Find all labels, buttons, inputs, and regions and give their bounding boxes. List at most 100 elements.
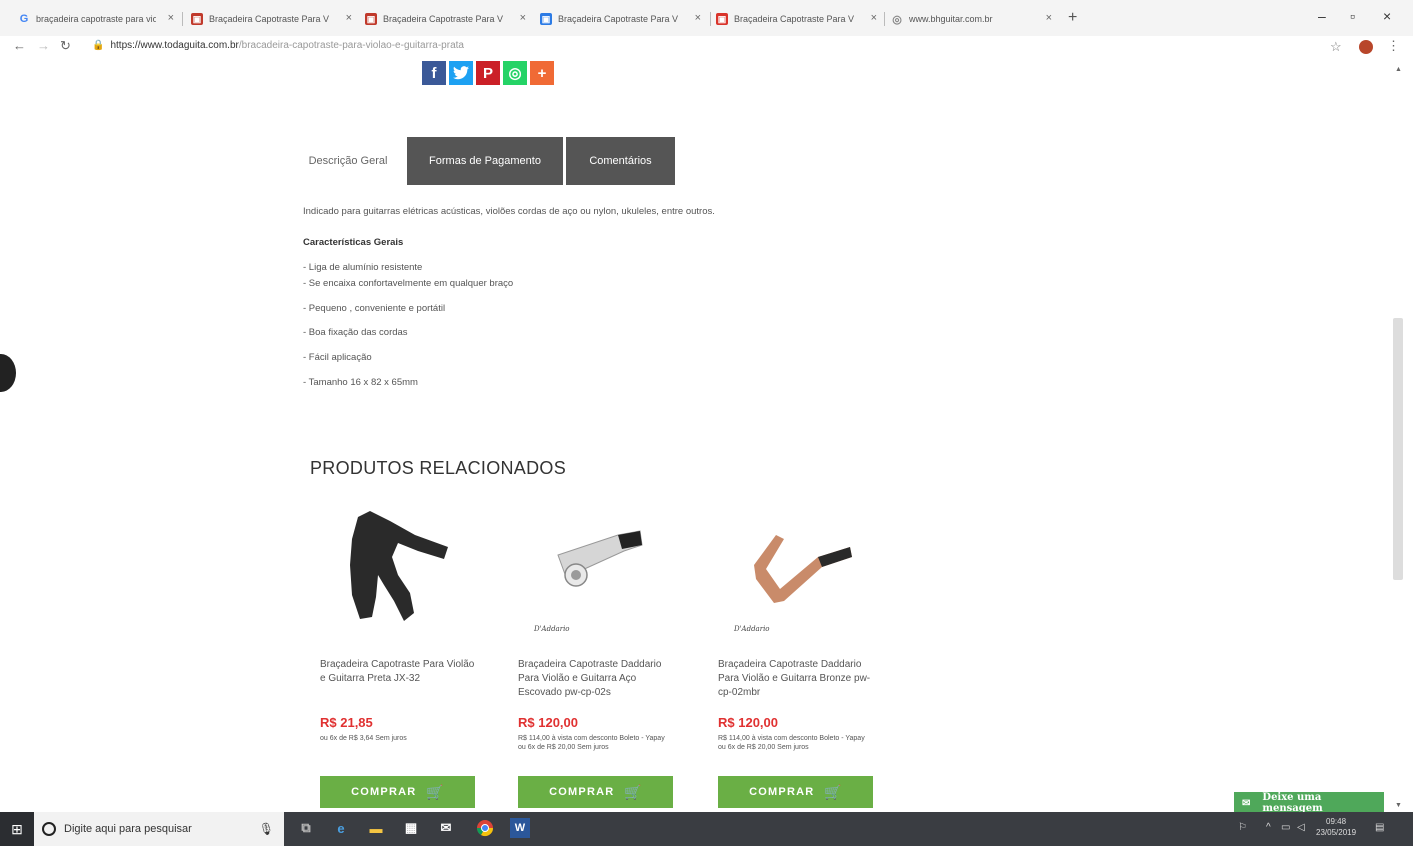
product-brand-logo: D'Addario bbox=[734, 625, 770, 633]
product-card: D'Addario Braçadeira Capotraste Daddario… bbox=[718, 505, 878, 808]
network-icon[interactable]: ▭ bbox=[1281, 822, 1290, 833]
product-price: R$ 120,00 bbox=[718, 715, 778, 730]
buy-button-label: COMPRAR bbox=[351, 786, 417, 798]
browser-tab[interactable]: G braçadeira capotraste para violã × bbox=[18, 8, 178, 30]
word-icon[interactable]: W bbox=[510, 818, 530, 838]
browser-tab[interactable]: ▣ Braçadeira Capotraste Para Viol × bbox=[716, 8, 881, 30]
back-icon[interactable]: ← bbox=[13, 38, 26, 53]
tab-label: www.bhguitar.com.br bbox=[909, 14, 993, 24]
feature-item: - Fácil aplicação bbox=[303, 352, 372, 363]
minimize-icon[interactable]: – bbox=[1318, 8, 1326, 24]
notifications-icon[interactable]: ▤ bbox=[1375, 822, 1384, 833]
buy-button[interactable]: COMPRAR 🛒 bbox=[518, 776, 673, 808]
product-brand-logo: D'Addario bbox=[534, 625, 570, 633]
scrollbar-thumb[interactable] bbox=[1393, 318, 1403, 580]
close-tab-icon[interactable]: × bbox=[520, 12, 526, 24]
mail-taskbar-icon[interactable]: ✉ bbox=[436, 818, 456, 838]
tab-formas-de-pagamento[interactable]: Formas de Pagamento bbox=[407, 137, 563, 185]
close-tab-icon[interactable]: × bbox=[1046, 12, 1052, 24]
scroll-down-icon[interactable]: ▼ bbox=[1395, 802, 1402, 809]
side-widget bbox=[0, 354, 16, 392]
browser-tab[interactable]: ◎ www.bhguitar.com.br × bbox=[891, 8, 1056, 30]
cortana-icon bbox=[42, 822, 56, 836]
store-taskbar-icon[interactable]: ▦ bbox=[401, 818, 421, 838]
cart-icon: 🛒 bbox=[824, 783, 842, 800]
product-name[interactable]: Braçadeira Capotraste Daddario Para Viol… bbox=[518, 658, 678, 700]
close-window-icon[interactable]: × bbox=[1383, 8, 1391, 24]
buy-button[interactable]: COMPRAR 🛒 bbox=[320, 776, 475, 808]
product-boleto: R$ 114,00 à vista com desconto Boleto - … bbox=[718, 735, 865, 742]
menu-dots-icon[interactable]: ⋮ bbox=[1387, 38, 1400, 54]
reload-icon[interactable]: ↻ bbox=[60, 38, 71, 54]
scroll-up-icon[interactable]: ▲ bbox=[1395, 66, 1402, 73]
tab-label: Braçadeira Capotraste Para Viol bbox=[558, 14, 678, 24]
product-price: R$ 120,00 bbox=[518, 715, 578, 730]
product-name[interactable]: Braçadeira Capotraste Daddario Para Viol… bbox=[718, 658, 878, 700]
buy-button[interactable]: COMPRAR 🛒 bbox=[718, 776, 873, 808]
feature-item: - Se encaixa confortavelmente em qualque… bbox=[303, 278, 514, 289]
url-field[interactable]: 🔒 https://www.todaguita.com.br/bracadeira… bbox=[92, 40, 464, 51]
browser-tab[interactable]: ▣ Braçadeira Capotraste Para Viol × bbox=[540, 8, 705, 30]
product-image[interactable] bbox=[320, 505, 475, 640]
store-icon: ▣ bbox=[365, 13, 377, 25]
microphone-icon[interactable]: 🎙 bbox=[259, 822, 274, 836]
store-icon: ▣ bbox=[540, 13, 552, 25]
volume-icon[interactable]: ◁ bbox=[1297, 822, 1305, 833]
close-tab-icon[interactable]: × bbox=[871, 12, 877, 24]
windows-start-icon[interactable]: ⊞ bbox=[0, 812, 34, 846]
product-name[interactable]: Braçadeira Capotraste Para Violão e Guit… bbox=[320, 658, 480, 686]
product-card: Braçadeira Capotraste Para Violão e Guit… bbox=[320, 505, 480, 808]
taskbar-clock[interactable]: 09:48 23/05/2019 bbox=[1316, 816, 1356, 838]
share-bar: f P ◎ + bbox=[422, 61, 554, 85]
twitter-icon[interactable] bbox=[449, 61, 473, 85]
chat-button[interactable]: ✉ Deixe uma mensagem bbox=[1234, 792, 1384, 814]
clock-date: 23/05/2019 bbox=[1316, 828, 1357, 837]
more-share-icon[interactable]: + bbox=[530, 61, 554, 85]
tab-descricao-geral[interactable]: Descrição Geral bbox=[292, 137, 404, 185]
url-path: /bracadeira-capotraste-para-violao-e-gui… bbox=[238, 40, 464, 51]
tab-label: Braçadeira Capotraste Para Viol bbox=[734, 14, 854, 24]
taskbar-search-placeholder: Digite aqui para pesquisar bbox=[64, 823, 192, 835]
chat-button-label: Deixe uma mensagem bbox=[1262, 792, 1323, 814]
profile-avatar[interactable] bbox=[1359, 40, 1373, 54]
buy-button-label: COMPRAR bbox=[749, 786, 815, 798]
restore-icon[interactable]: ▫ bbox=[1350, 8, 1355, 24]
buy-button-label: COMPRAR bbox=[549, 786, 615, 798]
browser-tab-active[interactable]: ▣ Braçadeira Capotraste Para Viol × bbox=[365, 8, 530, 30]
new-tab-icon[interactable]: + bbox=[1068, 9, 1077, 27]
tray-chevron-icon[interactable]: ^ bbox=[1266, 822, 1271, 833]
features-title: Características Gerais bbox=[303, 237, 404, 248]
cart-icon: 🛒 bbox=[624, 783, 642, 800]
cart-icon: 🛒 bbox=[426, 783, 444, 800]
whatsapp-icon[interactable]: ◎ bbox=[503, 61, 527, 85]
browser-tab-strip: G braçadeira capotraste para violã × ▣ B… bbox=[0, 0, 1413, 36]
product-boleto: R$ 114,00 à vista com desconto Boleto - … bbox=[518, 735, 665, 742]
browser-tab[interactable]: ▣ Braçadeira Capotraste Para Viol × bbox=[191, 8, 356, 30]
store-icon: ▣ bbox=[191, 13, 203, 25]
feature-item: - Boa fixação das cordas bbox=[303, 327, 408, 338]
close-tab-icon[interactable]: × bbox=[168, 12, 174, 24]
task-view-icon[interactable]: ⧉ bbox=[296, 818, 316, 838]
close-tab-icon[interactable]: × bbox=[695, 12, 701, 24]
close-tab-icon[interactable]: × bbox=[346, 12, 352, 24]
related-products-title: PRODUTOS RELACIONADOS bbox=[310, 458, 567, 478]
taskbar-search[interactable]: Digite aqui para pesquisar 🎙 bbox=[34, 812, 284, 846]
facebook-icon[interactable]: f bbox=[422, 61, 446, 85]
edge-icon[interactable]: e bbox=[331, 818, 351, 838]
product-image[interactable]: D'Addario bbox=[718, 505, 873, 640]
pinterest-icon[interactable]: P bbox=[476, 61, 500, 85]
tab-separator bbox=[182, 12, 183, 26]
tab-separator bbox=[710, 12, 711, 26]
file-explorer-icon[interactable]: ▬ bbox=[366, 818, 386, 838]
url-host: https://www.todaguita.com.br bbox=[110, 40, 239, 51]
product-installments: ou 6x de R$ 20,00 Sem juros bbox=[518, 744, 609, 751]
bookmark-star-icon[interactable]: ☆ bbox=[1330, 39, 1342, 55]
chrome-icon[interactable] bbox=[475, 818, 495, 838]
tab-comentarios[interactable]: Comentários bbox=[566, 137, 675, 185]
globe-icon: ◎ bbox=[892, 13, 902, 26]
product-installments: ou 6x de R$ 20,00 Sem juros bbox=[718, 744, 809, 751]
people-icon[interactable]: ⚐ bbox=[1238, 822, 1247, 833]
tab-label: braçadeira capotraste para violã bbox=[36, 14, 156, 24]
product-image[interactable]: D'Addario bbox=[518, 505, 673, 640]
forward-icon[interactable]: → bbox=[37, 38, 50, 53]
